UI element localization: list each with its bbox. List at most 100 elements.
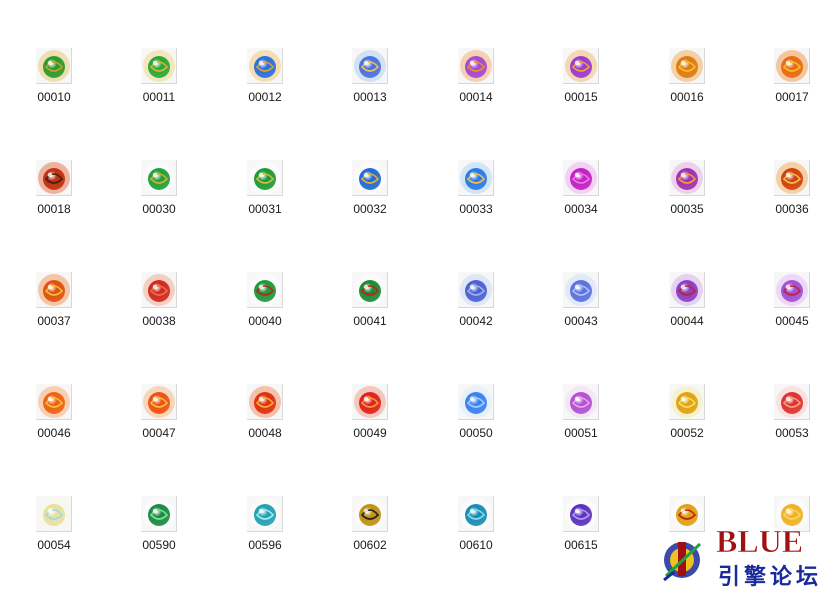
file-name: 00014	[459, 90, 493, 104]
file-item[interactable]: 00615	[541, 496, 621, 576]
file-item[interactable]: 00596	[225, 496, 305, 576]
red-gem-orb-icon	[353, 385, 386, 418]
file-item[interactable]: 00050	[436, 384, 516, 464]
file-name: 00048	[248, 426, 282, 440]
file-item[interactable]: 00044	[647, 272, 727, 352]
file-thumbnail	[458, 160, 494, 196]
file-item[interactable]: 00038	[119, 272, 199, 352]
file-item[interactable]: 00054	[14, 496, 94, 576]
file-item[interactable]: 00045	[752, 272, 832, 352]
file-thumbnail	[458, 384, 494, 420]
file-thumbnail	[141, 160, 177, 196]
file-item[interactable]: 00018	[14, 160, 94, 240]
file-name: 00602	[353, 538, 387, 552]
red-sun-orb-icon	[248, 385, 281, 418]
file-item[interactable]: 00035	[647, 160, 727, 240]
green-orb-icon	[142, 161, 175, 194]
purple-crystal-icon	[670, 273, 703, 306]
file-name: 00052	[670, 426, 704, 440]
purple-flame-orb-icon	[564, 49, 597, 82]
file-item[interactable]: 00014	[436, 48, 516, 128]
file-name: 00050	[459, 426, 493, 440]
file-item[interactable]: 00016	[647, 48, 727, 128]
file-name: 00047	[142, 426, 176, 440]
file-thumbnail	[141, 384, 177, 420]
file-item[interactable]: 00051	[541, 384, 621, 464]
file-item[interactable]: 00610	[436, 496, 516, 576]
file-name: 00590	[142, 538, 176, 552]
file-item[interactable]: 00012	[225, 48, 305, 128]
file-item[interactable]: 00013	[330, 48, 410, 128]
file-name: 00044	[670, 314, 704, 328]
file-name: 00042	[459, 314, 493, 328]
file-thumbnail	[352, 496, 388, 532]
file-thumbnail	[669, 384, 705, 420]
green-gold-orb-icon	[142, 49, 175, 82]
file-item[interactable]: 00034	[541, 160, 621, 240]
file-name: 00018	[37, 202, 71, 216]
gold-rune-stone-icon	[353, 497, 386, 530]
file-item[interactable]: 00031	[225, 160, 305, 240]
violet-flame-orb-icon	[459, 49, 492, 82]
file-item[interactable]: 00052	[647, 384, 727, 464]
file-thumbnail	[669, 160, 705, 196]
file-item[interactable]: 00043	[541, 272, 621, 352]
file-item[interactable]: 00010	[14, 48, 94, 128]
file-thumbnail	[352, 48, 388, 84]
file-thumbnail	[141, 496, 177, 532]
green-jade-ring-icon	[353, 273, 386, 306]
file-grid: 00010 00011 00012 00013 00014 00015 00016 00017…	[0, 0, 840, 594]
file-thumbnail	[36, 384, 72, 420]
file-item[interactable]: 00047	[119, 384, 199, 464]
file-thumbnail	[247, 160, 283, 196]
green-scarab-orb-icon	[37, 49, 70, 82]
file-name: 00615	[564, 538, 598, 552]
file-thumbnail	[563, 384, 599, 420]
file-item[interactable]: 00053	[752, 384, 832, 464]
file-thumbnail	[774, 48, 810, 84]
file-name: 00045	[775, 314, 809, 328]
file-item[interactable]: 00011	[119, 48, 199, 128]
blue-swirl-orb-icon	[459, 161, 492, 194]
file-item[interactable]: 00590	[119, 496, 199, 576]
file-thumbnail	[563, 160, 599, 196]
file-name: 00030	[142, 202, 176, 216]
file-name: 00053	[775, 426, 809, 440]
file-name: 00015	[564, 90, 598, 104]
file-name: 00043	[564, 314, 598, 328]
file-name: 00033	[459, 202, 493, 216]
file-thumbnail	[774, 384, 810, 420]
file-item[interactable]: 00032	[330, 160, 410, 240]
file-item[interactable]: 00602	[330, 496, 410, 576]
blue-winged-orb-icon	[353, 49, 386, 82]
file-item[interactable]: 00033	[436, 160, 516, 240]
file-name: 00011	[142, 90, 176, 104]
watermark-title: BLUE	[716, 523, 803, 559]
file-item[interactable]: 00040	[225, 272, 305, 352]
violet-crystal-icon	[775, 273, 808, 306]
violet-lotus-icon	[564, 385, 597, 418]
file-name: 00034	[564, 202, 598, 216]
file-thumbnail	[352, 160, 388, 196]
file-item[interactable]: 00015	[541, 48, 621, 128]
file-item[interactable]: 00030	[119, 160, 199, 240]
file-item[interactable]: 00049	[330, 384, 410, 464]
file-thumbnail	[352, 272, 388, 308]
file-item[interactable]: 00017	[752, 48, 832, 128]
file-name: 00013	[353, 90, 387, 104]
file-item[interactable]: 00048	[225, 384, 305, 464]
dark-flame-orb-icon	[37, 161, 70, 194]
file-name: 00054	[37, 538, 71, 552]
green-rune-stone-icon	[142, 497, 175, 530]
red-lotus-icon	[775, 385, 808, 418]
file-thumbnail	[36, 48, 72, 84]
green-jade-pendant-icon	[248, 273, 281, 306]
file-item[interactable]: 00041	[330, 272, 410, 352]
file-item[interactable]: 00042	[436, 272, 516, 352]
file-item[interactable]: 00036	[752, 160, 832, 240]
magenta-orb-icon	[564, 161, 597, 194]
file-thumbnail	[141, 48, 177, 84]
file-item[interactable]: 00037	[14, 272, 94, 352]
file-name: 00031	[248, 202, 282, 216]
file-item[interactable]: 00046	[14, 384, 94, 464]
